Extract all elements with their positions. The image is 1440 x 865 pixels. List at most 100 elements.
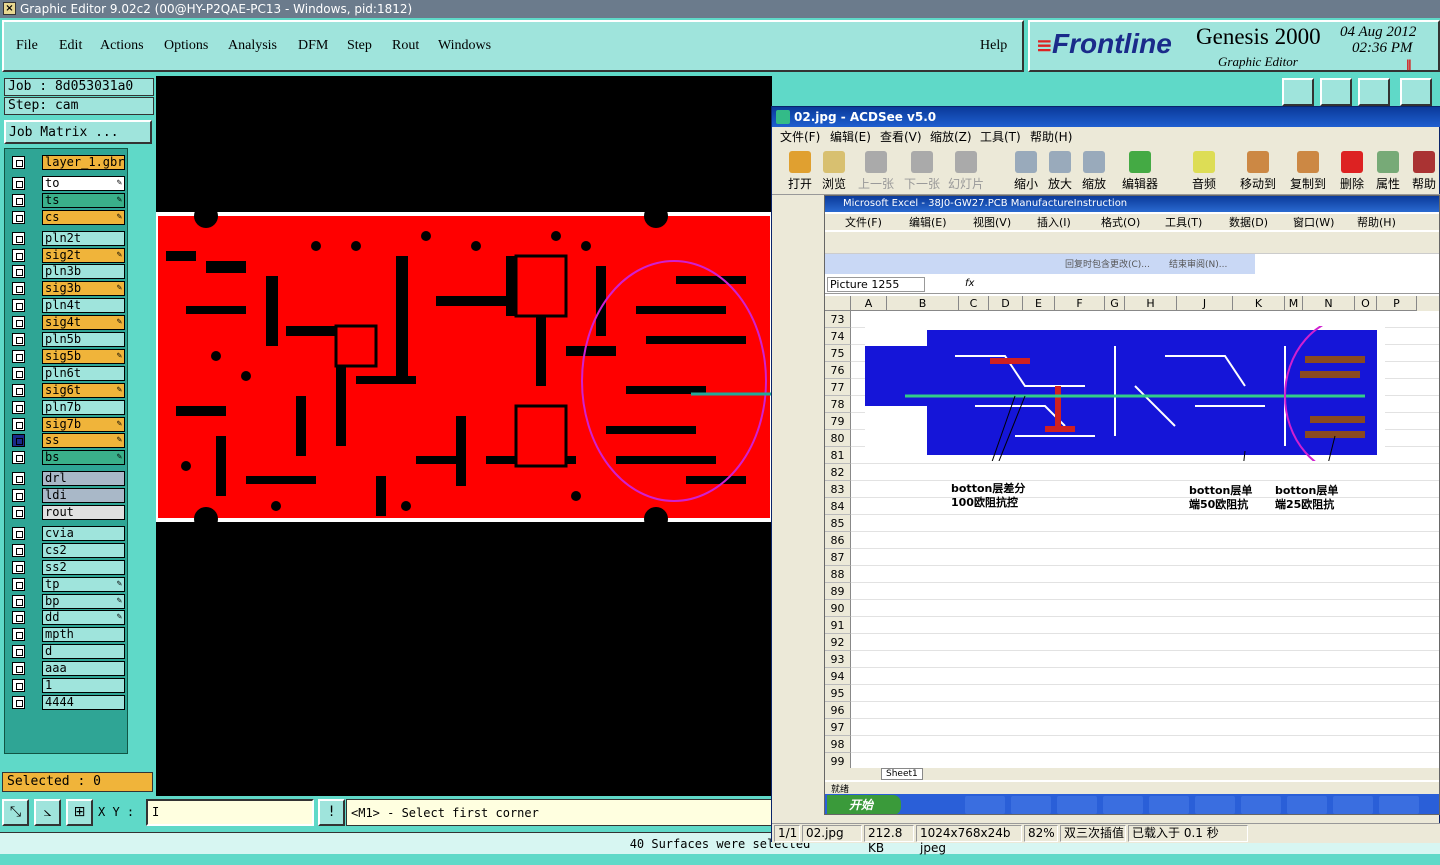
layer-checkbox[interactable]	[12, 282, 25, 296]
layer-name[interactable]: cs2	[42, 542, 125, 558]
home-icon[interactable]	[1282, 78, 1314, 106]
menu-analysis[interactable]: Analysis	[228, 38, 277, 54]
toolbar-slideshow-button[interactable]: 幻灯片	[944, 151, 988, 192]
taskbar-item[interactable]	[1011, 796, 1051, 814]
layer-row-sig5b[interactable]: sig5b ✎	[9, 348, 127, 364]
layer-name[interactable]: sig6t ✎	[42, 382, 125, 398]
layer-name[interactable]: pln5b	[42, 332, 125, 347]
layer-row-dd[interactable]: dd ✎	[9, 610, 127, 626]
layer-name[interactable]: pln2t	[42, 230, 125, 246]
layer-checkbox[interactable]	[12, 611, 25, 625]
layer-checkbox[interactable]	[12, 645, 25, 659]
zoom-box-icon[interactable]: ⤡	[2, 799, 29, 826]
layer-name[interactable]: pln6t	[42, 365, 125, 381]
menu-rout[interactable]: Rout	[392, 38, 419, 54]
layer-name[interactable]: sig3b ✎	[42, 281, 125, 297]
layer-name[interactable]: layer_1.gbr	[42, 155, 125, 170]
layer-checkbox[interactable]	[12, 543, 25, 557]
toolbar-next-button[interactable]: 下一张	[900, 151, 944, 192]
layer-row-pln2t[interactable]: pln2t	[9, 230, 127, 246]
layer-row-to[interactable]: to ✎	[9, 175, 127, 191]
taskbar-item[interactable]	[1195, 796, 1235, 814]
window-icon[interactable]	[1400, 78, 1432, 106]
taskbar-item[interactable]	[1149, 796, 1189, 814]
layer-row-pln4t[interactable]: pln4t	[9, 298, 127, 314]
layer-name[interactable]: pln4t	[42, 298, 125, 314]
graphic-canvas[interactable]	[156, 76, 772, 796]
layer-name[interactable]: ss2	[42, 559, 125, 575]
layer-name[interactable]: bs ✎	[42, 450, 125, 466]
layer-row-sig6t[interactable]: sig6t ✎	[9, 382, 127, 398]
layer-row-cs[interactable]: cs ✎	[9, 209, 127, 225]
layer-checkbox[interactable]	[12, 526, 25, 540]
layer-row-cvia[interactable]: cvia	[9, 525, 127, 541]
layer-checkbox[interactable]	[12, 383, 25, 397]
layer-row-pln5b[interactable]: pln5b	[9, 332, 127, 347]
layer-name[interactable]: ts ✎	[42, 192, 125, 208]
toolbar-zoom-button[interactable]: 缩放	[1072, 151, 1116, 192]
layer-name[interactable]: sig2t ✎	[42, 247, 125, 263]
acdsee-menu-item[interactable]: 缩放(Z)	[930, 127, 972, 147]
acdsee-menu-item[interactable]: 编辑(E)	[830, 127, 871, 147]
layer-row-ss[interactable]: ss ✎	[9, 433, 127, 449]
layer-name[interactable]: rout	[42, 505, 125, 520]
layer-checkbox[interactable]	[12, 577, 25, 591]
layer-name[interactable]: tp ✎	[42, 576, 125, 592]
save-icon[interactable]	[1320, 78, 1352, 106]
layer-checkbox[interactable]	[12, 156, 25, 169]
layer-checkbox[interactable]	[12, 451, 25, 465]
layer-name[interactable]: to ✎	[42, 175, 125, 191]
layer-name[interactable]: ldi	[42, 488, 125, 504]
layer-checkbox[interactable]	[12, 594, 25, 608]
menu-dfm[interactable]: DFM	[298, 38, 328, 54]
layer-row-d[interactable]: d	[9, 644, 127, 660]
layer-row-mpth[interactable]: mpth	[9, 627, 127, 643]
menu-help[interactable]: Help	[980, 38, 1007, 54]
layer-name[interactable]: 4444	[42, 694, 125, 710]
toolbar-prev-button[interactable]: 上一张	[854, 151, 898, 192]
toolbar-editor-button[interactable]: 编辑器	[1118, 151, 1162, 192]
menu-windows[interactable]: Windows	[438, 38, 491, 54]
acdsee-menu-item[interactable]: 查看(V)	[880, 127, 922, 147]
layer-checkbox[interactable]	[12, 662, 25, 676]
name-box[interactable]: Picture 1255	[827, 277, 925, 292]
taskbar-item[interactable]	[1333, 796, 1373, 814]
layer-checkbox[interactable]	[12, 400, 25, 414]
layer-name[interactable]: 1	[42, 678, 125, 693]
layer-name[interactable]: cs ✎	[42, 209, 125, 225]
layer-checkbox[interactable]	[12, 299, 25, 313]
layer-row-pln3b[interactable]: pln3b	[9, 264, 127, 280]
toolbar-help-button[interactable]: 帮助	[1402, 151, 1440, 192]
alert-icon[interactable]: !	[318, 799, 345, 826]
layer-row-cs2[interactable]: cs2	[9, 542, 127, 558]
layer-name[interactable]: pln3b	[42, 264, 125, 280]
layer-checkbox[interactable]	[12, 265, 25, 279]
layer-row-pln6t[interactable]: pln6t	[9, 365, 127, 381]
taskbar-item[interactable]	[965, 796, 1005, 814]
layer-row-ts[interactable]: ts ✎	[9, 192, 127, 208]
close-icon[interactable]: ×	[3, 2, 16, 15]
layer-row-aaa[interactable]: aaa	[9, 661, 127, 677]
layer-row-drl[interactable]: drl	[9, 471, 127, 487]
xy-input[interactable]: I	[146, 799, 314, 826]
layer-checkbox[interactable]	[12, 349, 25, 363]
layer-checkbox[interactable]	[12, 366, 25, 380]
menu-actions[interactable]: Actions	[100, 38, 144, 54]
layer-checkbox[interactable]	[12, 316, 25, 330]
sheet-tab[interactable]: Sheet1	[881, 768, 923, 780]
toolbar-copy-button[interactable]: 复制到	[1286, 151, 1330, 192]
layer-checkbox[interactable]	[12, 695, 25, 709]
layer-row-bs[interactable]: bs ✎	[9, 450, 127, 466]
layer-checkbox[interactable]	[12, 231, 25, 245]
layer-checkbox[interactable]	[12, 333, 25, 346]
menu-edit[interactable]: Edit	[59, 38, 82, 54]
layer-checkbox[interactable]	[12, 248, 25, 262]
layer-checkbox[interactable]	[12, 176, 25, 190]
layer-row-layer_1.gbr[interactable]: layer_1.gbr	[9, 155, 127, 170]
menu-options[interactable]: Options	[164, 38, 208, 54]
layer-name[interactable]: ss ✎	[42, 433, 125, 449]
layer-checkbox[interactable]	[12, 472, 25, 486]
taskbar-item[interactable]	[1241, 796, 1281, 814]
layer-row-ldi[interactable]: ldi	[9, 488, 127, 504]
layer-row-4444[interactable]: 4444	[9, 694, 127, 710]
